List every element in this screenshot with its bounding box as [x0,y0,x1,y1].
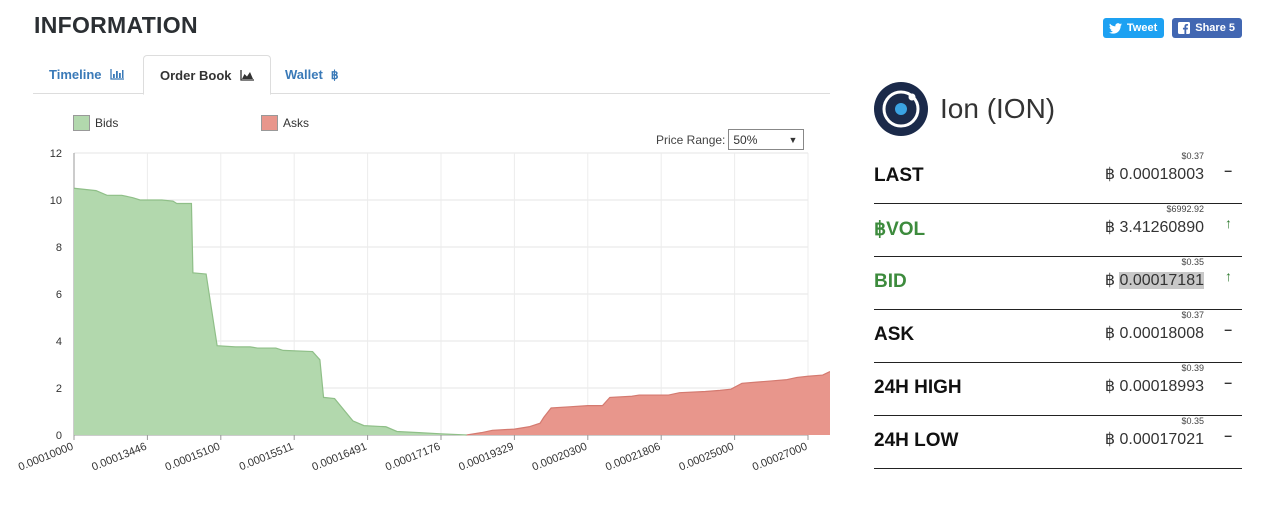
stat-btc-value: ฿ 0.00018008 [1105,323,1204,343]
stat-btc-value: ฿ 0.00017021 [1105,429,1204,449]
arrow-up-icon: ↑ [1225,215,1232,231]
page-title: INFORMATION [34,12,198,38]
coin-name: Ion (ION) [940,93,1056,124]
bitcoin-icon: ฿ [1104,272,1116,289]
area-chart-icon [239,69,254,81]
x-tick-label: 0.00017176 [384,441,442,474]
stat-row-vol: ฿VOL $6992.92 ฿ 3.41260890 ↑ [874,204,1242,257]
stat-btc-amount: 0.00018003 [1119,166,1204,183]
legend-bids-label: Bids [95,116,119,130]
info-tabs: Timeline Order Book Wallet ฿ [33,55,830,95]
tab-wallet-label: Wallet [285,67,323,82]
legend-asks-swatch [261,115,278,131]
stat-label: 24H LOW [874,430,959,451]
x-tick-label: 0.00015511 [238,441,296,474]
x-tick-label: 0.00016491 [310,441,368,474]
share-label: Share 5 [1195,22,1235,34]
stat-row-last: LAST $0.37 ฿ 0.00018003 – [874,151,1242,204]
y-tick-label: 2 [56,383,62,395]
bitcoin-icon: ฿ [1104,325,1116,342]
x-tick-label: 0.00013446 [90,441,148,474]
x-tick-label: 0.00010000 [17,441,75,474]
stat-btc-value: ฿ 3.41260890 [1105,217,1204,237]
tab-wallet[interactable]: Wallet ฿ [269,55,354,94]
dash-icon: – [1224,162,1232,178]
stat-usd-value: $0.35 [1181,257,1204,267]
x-tick-label: 0.00019329 [457,441,515,474]
tab-order-book-label: Order Book [160,67,232,83]
bitcoin-icon: ฿ [1104,378,1116,395]
legend-bids-swatch [73,115,90,131]
stat-row-24h-low: 24H LOW $0.35 ฿ 0.00017021 – [874,416,1242,469]
tweet-label: Tweet [1126,22,1158,34]
x-tick-label: 0.00021806 [604,441,662,474]
stat-usd-value: $0.37 [1181,310,1204,320]
stat-usd-value: $0.37 [1181,151,1204,161]
bar-chart-icon [109,69,124,80]
tweet-button[interactable]: Tweet [1102,18,1165,38]
order-book-chart: 0 2 4 6 8 10 12 0.00010000 0.00013446 0.00015100 0… [17,148,830,474]
stat-btc-amount: 0.00017021 [1119,431,1204,448]
x-tick-label: 0.00025000 [677,441,735,474]
x-tick-label: 0.00020300 [531,441,589,474]
x-tick-label: 0.00015100 [164,441,222,474]
y-tick-label: 12 [50,148,62,160]
bitcoin-icon: ฿ [1104,166,1116,183]
twitter-icon [1108,22,1122,34]
social-buttons: Tweet Share 5 [1102,18,1242,38]
bitcoin-icon: ฿ [330,67,339,82]
stat-btc-value: ฿ 0.00018993 [1105,376,1204,396]
stat-label: ASK [874,324,915,345]
stat-usd-value: $0.39 [1181,363,1204,373]
legend-asks[interactable]: Asks [261,115,309,131]
y-tick-label: 10 [50,195,62,207]
stat-row-ask: ASK $0.37 ฿ 0.00018008 – [874,310,1242,363]
stat-btc-amount: 0.00017181 [1119,272,1204,289]
y-tick-label: 8 [56,242,62,254]
stat-label: BID [874,271,907,292]
series-bids-area [74,188,467,435]
stat-btc-amount: 3.41260890 [1119,219,1204,236]
stat-label: LAST [874,165,924,186]
bitcoin-icon: ฿ [1104,219,1116,236]
market-stats: LAST $0.37 ฿ 0.00018003 – ฿VOL $6992.92 ฿ 3.41… [874,151,1242,469]
dash-icon: – [1224,321,1232,337]
y-tick-label: 6 [56,289,62,301]
stat-btc-amount: 0.00018993 [1119,378,1204,395]
stat-btc-value: ฿ 0.00017181 [1105,270,1204,290]
ion-logo-icon [874,82,928,136]
bitcoin-icon: ฿ [1104,431,1116,448]
x-tick-label: 0.00027000 [751,441,809,474]
stat-row-bid: BID $0.35 ฿ 0.00017181 ↑ [874,257,1242,310]
y-tick-label: 4 [56,336,62,348]
stat-row-24h-high: 24H HIGH $0.39 ฿ 0.00018993 – [874,363,1242,416]
dash-icon: – [1224,374,1232,390]
legend-asks-label: Asks [283,116,310,130]
stat-label: ฿VOL [874,219,926,240]
stat-label: 24H HIGH [874,377,962,398]
stat-usd-value: $0.35 [1181,416,1204,426]
tab-timeline-label: Timeline [49,67,102,82]
arrow-up-icon: ↑ [1225,268,1232,284]
facebook-icon [1178,22,1191,34]
tab-timeline[interactable]: Timeline [33,55,140,94]
tab-order-book[interactable]: Order Book [143,55,271,95]
legend-bids[interactable]: Bids [73,115,118,131]
stat-btc-amount: 0.00018008 [1119,325,1204,342]
stat-btc-value: ฿ 0.00018003 [1105,164,1204,184]
y-tick-label: 0 [56,430,62,442]
coin-header: Ion (ION) [874,82,1055,136]
stat-usd-value: $6992.92 [1166,204,1204,214]
dash-icon: – [1224,427,1232,443]
facebook-share-button[interactable]: Share 5 [1172,18,1242,38]
